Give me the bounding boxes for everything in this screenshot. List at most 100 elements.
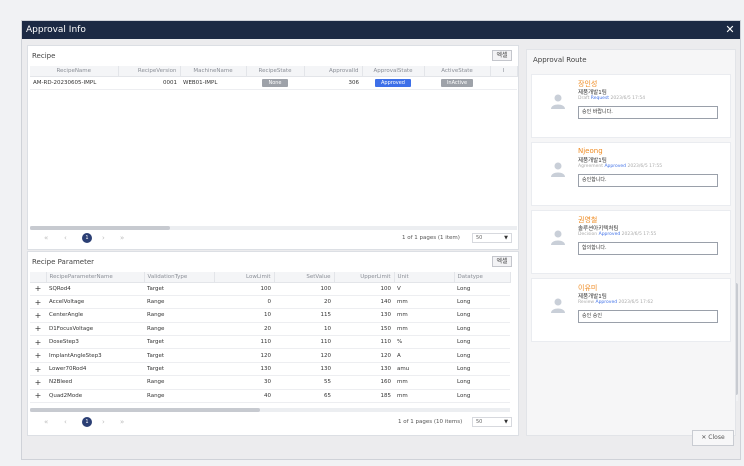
- recipe-scrollbar-thumb[interactable]: [30, 226, 170, 230]
- parameter-scrollbar-thumb[interactable]: [30, 408, 260, 412]
- recipe-parameter-excel-button[interactable]: 엑셀: [492, 256, 512, 267]
- set-value-cell: 120: [274, 348, 334, 363]
- table-row[interactable]: + N2Bleed Range 30 55 160 mm Long: [30, 375, 510, 390]
- parameter-page-button[interactable]: 1: [82, 417, 92, 427]
- parameter-name-cell[interactable]: Lower70Rod4: [46, 362, 144, 377]
- approval-date: 2023/6/5 17:55: [621, 232, 657, 237]
- expand-plus-icon[interactable]: +: [30, 322, 46, 337]
- approval-date: 2023/6/5 17:62: [618, 300, 654, 305]
- recipe-parameter-section-title: Recipe Parameter: [32, 258, 95, 266]
- col-recipe-version[interactable]: RecipeVersion: [118, 66, 181, 77]
- parameter-name-cell[interactable]: SQRod4: [46, 282, 144, 296]
- table-row[interactable]: + DoseStep3 Target 110 110 110 % Long: [30, 335, 510, 350]
- close-button[interactable]: ✕ Close: [692, 430, 734, 446]
- recipe-table: RecipeName RecipeVersion MachineName Rec…: [30, 66, 518, 90]
- user-avatar-icon: [551, 162, 565, 177]
- validation-type-cell: Target: [144, 335, 214, 350]
- col-recipe-state[interactable]: RecipeState: [246, 66, 305, 77]
- approval-date: 2023/6/5 17:54: [610, 96, 646, 101]
- parameter-page-size-select[interactable]: 50 ▼: [472, 417, 512, 427]
- first-page-icon[interactable]: «: [44, 418, 48, 426]
- low-limit-cell: 10: [214, 308, 274, 323]
- table-row[interactable]: + D1FocusVoltage Range 20 10 150 mm Long: [30, 322, 510, 337]
- expand-plus-icon[interactable]: +: [30, 282, 46, 296]
- table-row[interactable]: + CenterAngle Range 10 115 130 mm Long: [30, 308, 510, 323]
- approval-comment-field[interactable]: 합의합니다.: [578, 242, 718, 255]
- table-row[interactable]: + Quad2Mode Range 40 65 185 mm Long: [30, 389, 510, 404]
- parameter-name-cell[interactable]: N2Bleed: [46, 375, 144, 390]
- col-low-limit[interactable]: LowLimit: [214, 272, 275, 283]
- approver-department: 제품개발1팀: [578, 90, 607, 96]
- next-page-icon[interactable]: ›: [102, 234, 105, 242]
- col-datatype[interactable]: Datatype: [454, 272, 511, 283]
- datatype-cell: Long: [454, 389, 510, 404]
- active-state-badge: InActive: [440, 78, 474, 87]
- parameter-horizontal-scrollbar[interactable]: [30, 408, 510, 412]
- approval-meta: Agreement Approved 2023/6/5 17:55: [578, 164, 662, 169]
- col-set-value[interactable]: SetValue: [274, 272, 335, 283]
- approval-comment-field[interactable]: 승인 승인: [578, 310, 718, 323]
- upper-limit-cell: 120: [334, 348, 394, 363]
- first-page-icon[interactable]: «: [44, 234, 48, 242]
- upper-limit-cell: 185: [334, 389, 394, 404]
- validation-type-cell: Target: [144, 362, 214, 377]
- recipe-version-cell: 0001: [118, 76, 180, 90]
- col-recipe-name[interactable]: RecipeName: [30, 66, 119, 77]
- close-icon[interactable]: ✕: [724, 21, 736, 39]
- low-limit-cell: 30: [214, 375, 274, 390]
- col-upper-limit[interactable]: UpperLimit: [334, 272, 395, 283]
- col-parameter-name[interactable]: RecipeParameterName: [46, 272, 145, 283]
- expand-plus-icon[interactable]: +: [30, 362, 46, 377]
- table-row[interactable]: + AccelVoltage Range 0 20 140 mm Long: [30, 295, 510, 310]
- low-limit-cell: 120: [214, 348, 274, 363]
- datatype-cell: Long: [454, 308, 510, 323]
- expand-plus-icon[interactable]: +: [30, 375, 46, 390]
- last-page-icon[interactable]: »: [120, 234, 124, 242]
- datatype-cell: Long: [454, 322, 510, 337]
- approval-comment-field[interactable]: 승인합니다.: [578, 174, 718, 187]
- table-row[interactable]: + ImplantAngleStep3 Target 120 120 120 A…: [30, 348, 510, 363]
- unit-cell: mm: [394, 308, 454, 323]
- expand-plus-icon[interactable]: +: [30, 348, 46, 363]
- parameter-name-cell[interactable]: AccelVoltage: [46, 295, 144, 310]
- prev-page-icon[interactable]: ‹: [64, 234, 67, 242]
- expand-plus-icon[interactable]: +: [30, 308, 46, 323]
- expand-plus-icon[interactable]: +: [30, 389, 46, 404]
- upper-limit-cell: 160: [334, 375, 394, 390]
- set-value-cell: 65: [274, 389, 334, 404]
- col-active-state[interactable]: ActiveState: [424, 66, 491, 77]
- col-approval-id[interactable]: ApprovalId: [304, 66, 363, 77]
- datatype-cell: Long: [454, 282, 510, 296]
- parameter-rows: + SQRod4 Target 100 100 100 V Long + Acc…: [30, 282, 510, 404]
- set-value-cell: 100: [274, 282, 334, 296]
- recipe-parameter-table: RecipeParameterName ValidationType LowLi…: [30, 272, 511, 404]
- table-row[interactable]: + SQRod4 Target 100 100 100 V Long: [30, 282, 510, 296]
- col-machine-name[interactable]: MachineName: [180, 66, 247, 77]
- machine-name-cell: WEB01-IMPL: [180, 76, 246, 90]
- parameter-name-cell[interactable]: D1FocusVoltage: [46, 322, 144, 337]
- expand-plus-icon[interactable]: +: [30, 335, 46, 350]
- recipe-page-size-select[interactable]: 50 ▼: [472, 233, 512, 243]
- parameter-name-cell[interactable]: Quad2Mode: [46, 389, 144, 404]
- parameter-name-cell[interactable]: DoseStep3: [46, 335, 144, 350]
- recipe-excel-button[interactable]: 엑셀: [492, 50, 512, 61]
- recipe-row[interactable]: AM-RD-20230605-IMPL 0001 WEB01-IMPL None…: [30, 76, 517, 90]
- approver-department: 제품개발1팀: [578, 158, 607, 164]
- col-validation-type[interactable]: ValidationType: [144, 272, 215, 283]
- recipe-page-button[interactable]: 1: [82, 233, 92, 243]
- next-page-icon[interactable]: ›: [102, 418, 105, 426]
- col-extra[interactable]: I: [490, 66, 518, 77]
- last-page-icon[interactable]: »: [120, 418, 124, 426]
- parameter-name-cell[interactable]: CenterAngle: [46, 308, 144, 323]
- upper-limit-cell: 130: [334, 362, 394, 377]
- approval-comment-field[interactable]: 승인 바랍니다.: [578, 106, 718, 119]
- parameter-name-cell[interactable]: ImplantAngleStep3: [46, 348, 144, 363]
- col-approval-state[interactable]: ApprovalState: [362, 66, 425, 77]
- col-unit[interactable]: Unit: [394, 272, 455, 283]
- recipe-horizontal-scrollbar[interactable]: [30, 226, 517, 230]
- expand-plus-icon[interactable]: +: [30, 295, 46, 310]
- table-row[interactable]: + Lower70Rod4 Target 130 130 130 amu Lon…: [30, 362, 510, 377]
- prev-page-icon[interactable]: ‹: [64, 418, 67, 426]
- upper-limit-cell: 150: [334, 322, 394, 337]
- upper-limit-cell: 100: [334, 282, 394, 296]
